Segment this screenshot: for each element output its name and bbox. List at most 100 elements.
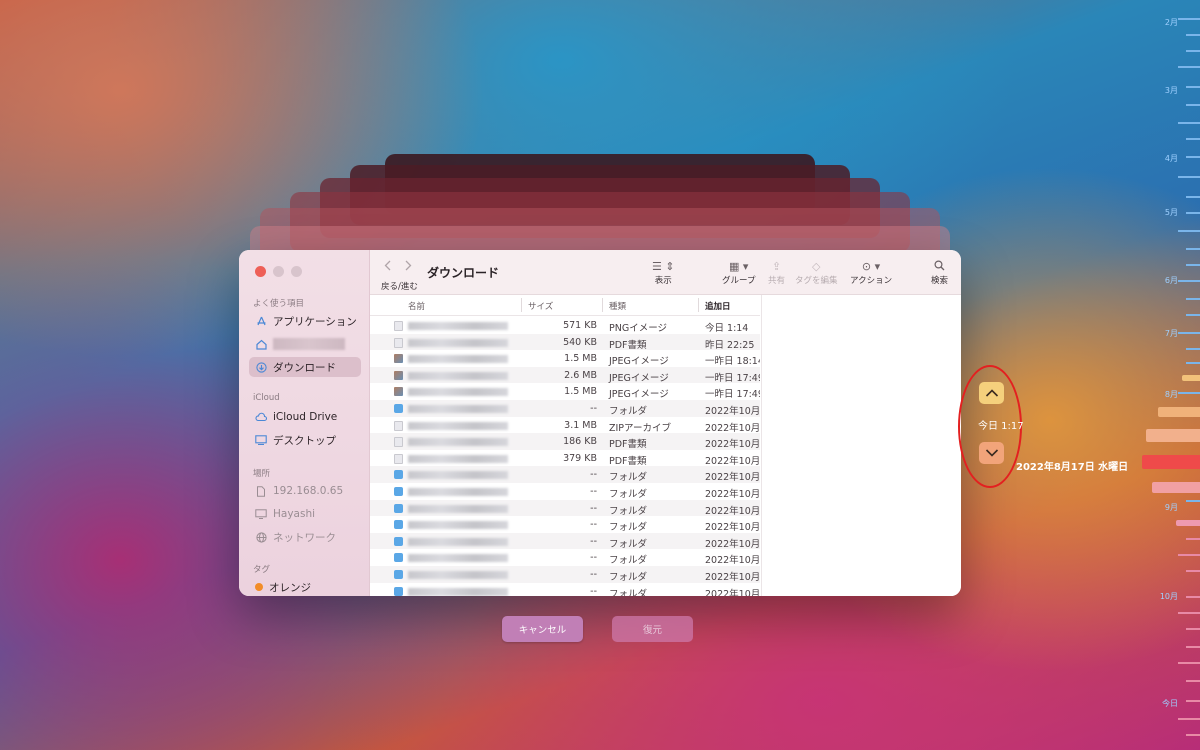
edit-tags-button[interactable]: ◇ タグを編集 — [795, 260, 838, 286]
nav-buttons — [384, 260, 412, 274]
column-added[interactable]: 追加日 — [705, 300, 731, 312]
sidebar-item-applications[interactable]: アプリケーション — [249, 311, 361, 331]
timeline-month-label[interactable]: 2月 — [1165, 17, 1178, 28]
sidebar-item-server[interactable]: 192.168.0.65 — [249, 481, 361, 501]
table-row[interactable]: 3.1 MB ZIPアーカイブ 2022年10月2 — [370, 417, 760, 434]
later-backup-button[interactable] — [979, 442, 1004, 464]
file-name-redacted — [408, 554, 508, 563]
column-kind[interactable]: 種類 — [609, 300, 626, 312]
back-button[interactable] — [384, 260, 391, 274]
sidebar-item-desktop[interactable]: デスクトップ — [249, 430, 361, 450]
table-row[interactable]: -- フォルダ 2022年10月1 — [370, 566, 760, 583]
file-name-redacted — [408, 521, 508, 530]
file-added: 一昨日 17:49 — [705, 389, 760, 401]
timeline-month-label[interactable]: 8月 — [1165, 389, 1178, 400]
table-row[interactable]: -- フォルダ 2022年10月1 — [370, 516, 760, 533]
table-row[interactable]: 2.6 MB JPEGイメージ 一昨日 17:49 — [370, 366, 760, 384]
table-row[interactable]: -- フォルダ 2022年10月1 — [370, 549, 760, 566]
timeline-tick — [1178, 662, 1200, 664]
selected-backup-date: 2022年8月17日 水曜日 — [1016, 462, 1129, 473]
image-icon — [394, 354, 403, 364]
timeline-tick — [1186, 596, 1200, 598]
timeline-tick — [1186, 700, 1200, 702]
earlier-backup-button[interactable] — [979, 382, 1004, 404]
timeline-month-label[interactable]: 10月 — [1160, 591, 1178, 602]
sidebar-item-icloud-drive[interactable]: iCloud Drive — [249, 407, 361, 427]
table-row[interactable]: -- フォルダ 2022年10月1 — [370, 499, 760, 517]
table-row[interactable]: 1.5 MB JPEGイメージ 一昨日 17:49 — [370, 383, 760, 400]
toolbar: 戻る/進む ダウンロード ☰ ⇕ 表示 ▦ ▾ グループ ⇪ 共有 ◇ タグを編… — [370, 250, 961, 295]
file-name-redacted — [408, 421, 508, 430]
timeline-backup-bar[interactable] — [1152, 482, 1200, 493]
column-name[interactable]: 名前 — [408, 300, 425, 312]
table-row[interactable]: 379 KB PDF書類 2022年10月2 — [370, 450, 760, 467]
view-button[interactable]: ☰ ⇕ 表示 — [652, 260, 675, 286]
file-name-redacted — [408, 504, 508, 513]
table-row[interactable]: 1.5 MB JPEGイメージ 一昨日 18:14 — [370, 350, 760, 367]
restore-button[interactable]: 復元 — [612, 616, 693, 642]
current-backup-time: 今日 1:17 — [978, 421, 1024, 432]
table-row[interactable]: -- フォルダ 2022年10月2 — [370, 466, 760, 483]
file-name-redacted — [408, 471, 508, 480]
folder-icon — [394, 470, 403, 480]
table-row[interactable]: -- フォルダ 2022年10月2 — [370, 400, 760, 417]
timeline-backup-bar[interactable] — [1158, 407, 1200, 417]
timeline-month-label[interactable]: 4月 — [1165, 153, 1178, 164]
timeline-tick — [1186, 196, 1200, 198]
table-row[interactable]: 571 KB PNGイメージ 今日 1:14 — [370, 317, 760, 334]
zoom-button[interactable] — [291, 266, 302, 277]
timeline-tick — [1178, 718, 1200, 720]
forward-button[interactable] — [405, 260, 412, 274]
sidebar-item-label: 192.168.0.65 — [273, 485, 344, 497]
backup-timeline[interactable]: 2月 3月 4月 5月 6月 7月 8月 9月 10月 今日 — [1130, 0, 1200, 750]
folder-icon — [394, 503, 403, 513]
icloud-header: iCloud — [253, 393, 280, 403]
table-row[interactable]: 186 KB PDF書類 2022年10月2 — [370, 433, 760, 450]
file-size: -- — [590, 519, 597, 531]
timeline-tick — [1186, 156, 1200, 158]
timeline-backup-bar-selected[interactable] — [1142, 455, 1200, 469]
timeline-backup-bar[interactable] — [1182, 375, 1200, 381]
action-button[interactable]: ⊙ ▾ アクション — [850, 260, 892, 286]
file-added: 2022年10月1 — [705, 538, 760, 550]
table-row[interactable]: -- フォルダ 2022年10月2 — [370, 483, 760, 500]
timeline-month-label[interactable]: 6月 — [1165, 275, 1178, 286]
timeline-month-label[interactable]: 5月 — [1165, 207, 1178, 218]
file-added: 2022年10月2 — [705, 472, 760, 484]
timeline-month-label[interactable]: 今日 — [1162, 698, 1178, 709]
timeline-tick — [1186, 362, 1200, 364]
sidebar-item-computer[interactable]: Hayashi — [249, 504, 361, 524]
table-row[interactable]: 540 KB PDF書類 昨日 22:25 — [370, 333, 760, 351]
sidebar-item-label: Hayashi — [273, 508, 316, 520]
file-name-redacted — [408, 488, 508, 496]
sidebar-item-downloads[interactable]: ダウンロード — [249, 357, 361, 377]
sidebar-item-home[interactable] — [249, 334, 361, 354]
share-button[interactable]: ⇪ 共有 — [768, 260, 785, 286]
file-added: 今日 1:14 — [705, 323, 749, 334]
search-button[interactable]: 検索 — [931, 260, 948, 286]
sidebar-item-network[interactable]: ネットワーク — [249, 527, 361, 547]
finder-window: よく使う項目 アプリケーション ダウンロード iCloud iCloud Dri… — [239, 250, 961, 596]
timeline-month-label[interactable]: 3月 — [1165, 85, 1178, 96]
timeline-backup-bar[interactable] — [1176, 520, 1200, 526]
file-size: -- — [590, 502, 597, 514]
timeline-month-label[interactable]: 9月 — [1165, 502, 1178, 513]
chevron-up-icon — [985, 389, 998, 397]
timeline-tick — [1186, 500, 1200, 502]
table-row[interactable]: -- フォルダ 2022年10月1 — [370, 532, 760, 550]
timeline-backup-bar[interactable] — [1146, 429, 1200, 442]
cancel-button[interactable]: キャンセル — [502, 616, 583, 642]
column-size[interactable]: サイズ — [528, 300, 553, 312]
minimize-button[interactable] — [273, 266, 284, 277]
list-view-icon: ☰ ⇕ — [652, 260, 675, 273]
group-button[interactable]: ▦ ▾ グループ — [722, 260, 756, 286]
file-added: 2022年10月1 — [705, 522, 760, 534]
timeline-tick — [1186, 314, 1200, 316]
timeline-month-label[interactable]: 7月 — [1165, 328, 1178, 339]
sidebar-item-tag-orange[interactable]: オレンジ — [249, 577, 361, 596]
file-kind: フォルダ — [609, 505, 648, 517]
close-button[interactable] — [255, 266, 266, 277]
file-kind: フォルダ — [609, 572, 648, 583]
table-row[interactable]: -- フォルダ 2022年10月1 — [370, 583, 760, 596]
folder-icon — [394, 536, 403, 546]
